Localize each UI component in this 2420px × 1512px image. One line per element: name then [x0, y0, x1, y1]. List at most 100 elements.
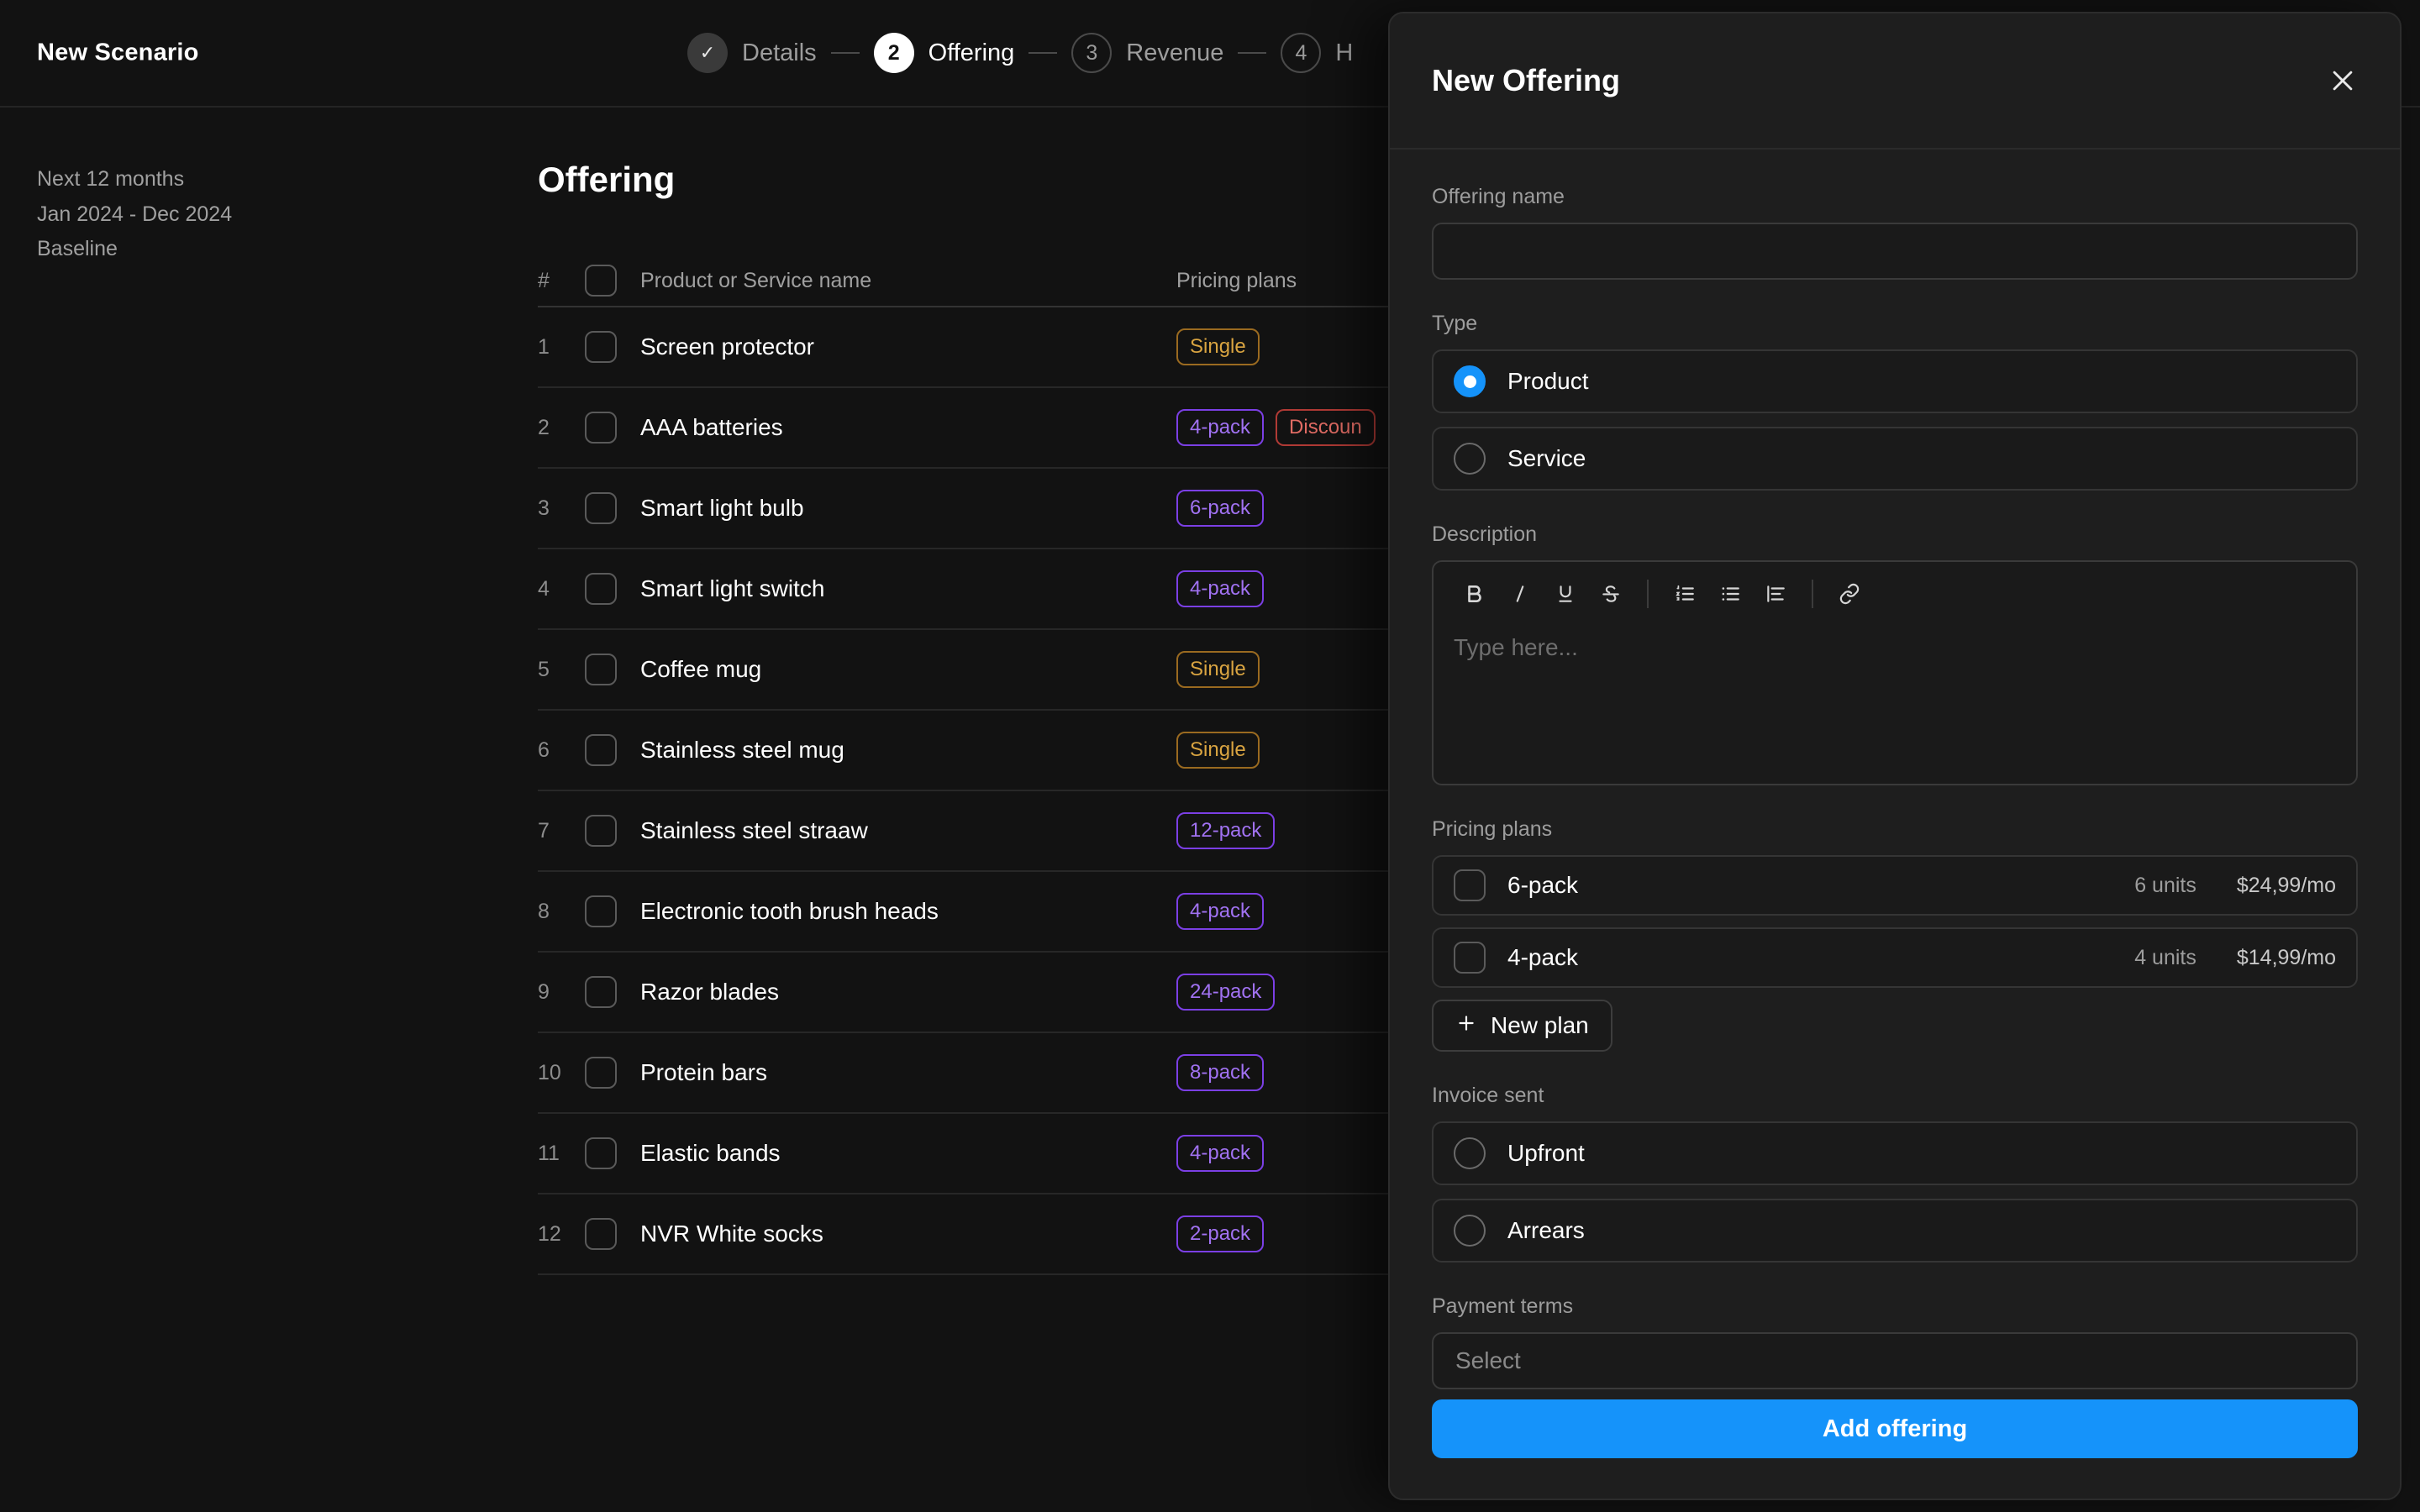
payment-terms-select[interactable]: Select [1432, 1332, 2358, 1389]
row-select-cell[interactable] [585, 734, 640, 766]
type-label: Type [1432, 312, 1478, 335]
row-product-name: Stainless steel mug [640, 737, 844, 763]
link-icon[interactable] [1827, 571, 1872, 617]
pricing-plan-badge[interactable]: 6-pack [1176, 490, 1265, 527]
row-product-name: Screen protector [640, 333, 814, 360]
type-option-label: Service [1507, 445, 1586, 471]
row-checkbox[interactable] [585, 895, 617, 927]
description-label: Description [1432, 522, 1538, 546]
invoice-sent-option[interactable]: Arrears [1432, 1199, 2358, 1263]
row-select-cell[interactable] [585, 654, 640, 685]
row-checkbox[interactable] [585, 1218, 617, 1250]
stepper-step-details[interactable]: ✓ Details [687, 33, 817, 73]
pricing-plan-badge[interactable]: 2-pack [1176, 1215, 1265, 1252]
pricing-plan-badge[interactable]: 4-pack [1176, 409, 1265, 446]
stepper-label: Revenue [1126, 39, 1224, 66]
row-checkbox[interactable] [585, 331, 617, 363]
add-offering-button[interactable]: Add offering [1432, 1399, 2358, 1458]
row-index: 9 [538, 979, 550, 1004]
radio-unselected-icon[interactable] [1454, 443, 1486, 475]
stepper-step-h[interactable]: 4H [1281, 33, 1353, 73]
pricing-plan-row[interactable]: 6-pack 6 units $24,99/mo [1432, 855, 2358, 916]
strikethrough-icon[interactable] [1588, 571, 1634, 617]
pricing-plan-badge[interactable]: 12-pack [1176, 812, 1276, 849]
radio-unselected-icon[interactable] [1454, 1137, 1486, 1169]
row-index: 2 [538, 415, 550, 439]
offering-name-input[interactable] [1432, 223, 2358, 280]
indent-icon[interactable] [1753, 571, 1798, 617]
stepper-step-offering[interactable]: 2 Offering [873, 33, 1014, 73]
row-checkbox[interactable] [585, 492, 617, 524]
type-option[interactable]: Product [1432, 349, 2358, 413]
row-checkbox[interactable] [585, 1057, 617, 1089]
row-product-name: Razor blades [640, 979, 779, 1005]
pricing-plan-badge[interactable]: Single [1176, 328, 1260, 365]
pricing-plan-badge[interactable]: Discoun [1276, 409, 1376, 446]
row-select-cell[interactable] [585, 573, 640, 605]
bulleted-list-icon[interactable] [1707, 571, 1753, 617]
row-checkbox[interactable] [585, 734, 617, 766]
radio-unselected-icon[interactable] [1454, 1215, 1486, 1247]
row-product-name: Smart light bulb [640, 495, 804, 521]
pricing-plans-label: Pricing plans [1432, 817, 1553, 841]
row-index: 4 [538, 576, 550, 601]
select-all-checkbox[interactable] [585, 265, 617, 297]
description-placeholder[interactable]: Type here... [1434, 626, 2356, 784]
payment-terms-label: Payment terms [1432, 1294, 1574, 1318]
select-all-cell[interactable] [585, 265, 640, 297]
pricing-plan-badge[interactable]: 8-pack [1176, 1054, 1265, 1091]
pricing-plan-price: $24,99/mo [2236, 873, 2336, 897]
invoice-sent-group: Invoice sent Upfront Arrears [1432, 1084, 2358, 1263]
row-select-cell[interactable] [585, 331, 640, 363]
pricing-plan-name: 4-pack [1507, 944, 1579, 970]
row-checkbox[interactable] [585, 654, 617, 685]
row-checkbox[interactable] [585, 412, 617, 444]
row-product-name: NVR White socks [640, 1221, 823, 1247]
pricing-plan-name: 6-pack [1507, 872, 1579, 898]
new-plan-button[interactable]: New plan [1432, 1000, 1612, 1052]
check-icon: ✓ [687, 33, 728, 73]
pricing-plan-badge[interactable]: 4-pack [1176, 1135, 1265, 1172]
row-checkbox[interactable] [585, 815, 617, 847]
meta-scenario-name: Baseline [37, 237, 118, 260]
close-icon[interactable] [2321, 59, 2365, 102]
row-select-cell[interactable] [585, 815, 640, 847]
row-index: 11 [538, 1141, 560, 1165]
row-select-cell[interactable] [585, 1137, 640, 1169]
ordered-list-icon[interactable] [1662, 571, 1707, 617]
row-select-cell[interactable] [585, 412, 640, 444]
row-checkbox[interactable] [585, 1137, 617, 1169]
row-checkbox[interactable] [585, 976, 617, 1008]
row-select-cell[interactable] [585, 895, 640, 927]
row-select-cell[interactable] [585, 1057, 640, 1089]
row-select-cell[interactable] [585, 1218, 640, 1250]
pricing-plan-units: 6 units [2134, 873, 2196, 897]
row-index: 7 [538, 818, 550, 843]
pricing-plan-badge[interactable]: Single [1176, 651, 1260, 688]
italic-icon[interactable] [1497, 571, 1543, 617]
stepper-divider [830, 52, 860, 54]
stepper-label: H [1335, 39, 1354, 66]
row-select-cell[interactable] [585, 976, 640, 1008]
row-index: 12 [538, 1221, 561, 1246]
stepper-step-revenue[interactable]: 3 Revenue [1071, 33, 1223, 73]
pricing-plan-row[interactable]: 4-pack 4 units $14,99/mo [1432, 927, 2358, 988]
row-index: 6 [538, 738, 550, 762]
pricing-plans-group: Pricing plans 6-pack 6 units $24,99/mo 4-pa… [1432, 817, 2358, 1052]
radio-selected-icon[interactable] [1454, 365, 1486, 397]
pricing-plan-checkbox[interactable] [1454, 869, 1486, 901]
pricing-plan-checkbox[interactable] [1454, 942, 1486, 974]
row-checkbox[interactable] [585, 573, 617, 605]
invoice-sent-option-label: Upfront [1507, 1140, 1585, 1166]
bold-icon[interactable] [1452, 571, 1497, 617]
pricing-plan-badge[interactable]: Single [1176, 732, 1260, 769]
type-option[interactable]: Service [1432, 427, 2358, 491]
invoice-sent-option[interactable]: Upfront [1432, 1121, 2358, 1185]
pricing-plan-badge[interactable]: 24-pack [1176, 974, 1276, 1011]
pricing-plan-badge[interactable]: 4-pack [1176, 893, 1265, 930]
pricing-plan-badge[interactable]: 4-pack [1176, 570, 1265, 607]
type-radio-group: Product Service [1432, 349, 2358, 491]
underline-icon[interactable] [1543, 571, 1588, 617]
type-group: Type Product Service [1432, 312, 2358, 491]
row-select-cell[interactable] [585, 492, 640, 524]
